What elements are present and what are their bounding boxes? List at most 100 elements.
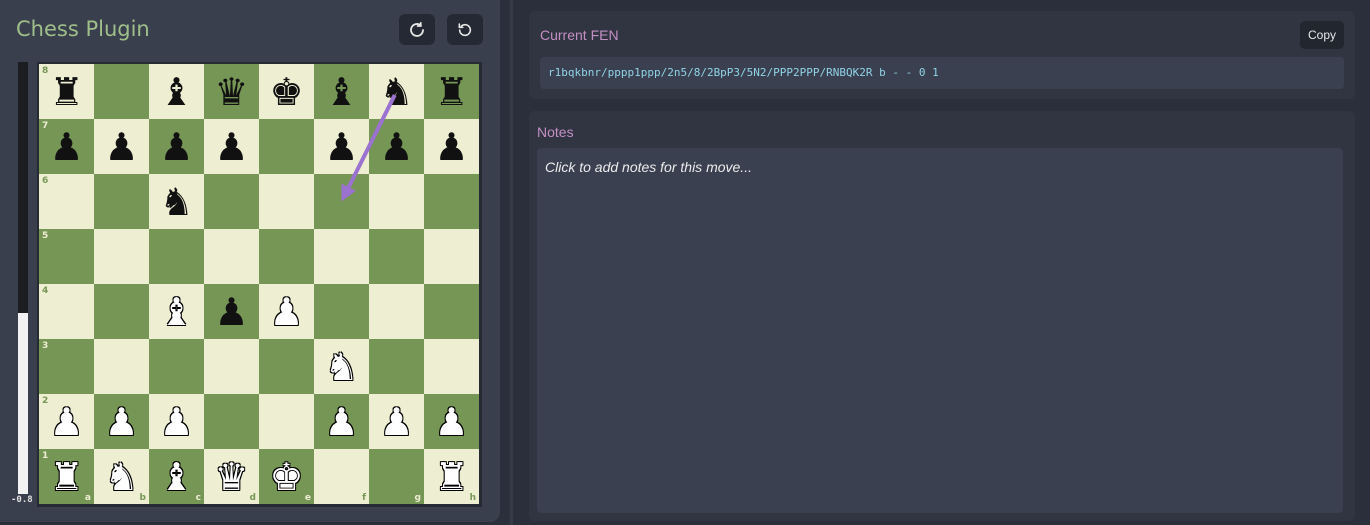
square-h4[interactable] [424, 284, 479, 339]
black-pawn-icon[interactable]: ♟ [94, 119, 149, 174]
white-pawn-icon[interactable]: ♟ [94, 394, 149, 449]
panel-divider[interactable] [510, 0, 513, 525]
square-e6[interactable] [259, 174, 314, 229]
chess-board[interactable]: 8 ♜ ♝ ♛ ♚ ♝ ♞ ♜ 7 ♟ ♟ ♟ ♟ ♟ ♟ ♟ 6 ♞ 5 4 ♝ ♟ ♟ 3 ♞ 2 ♟ ♟ ♟ ♟ ♟ ♟ 1 a ♜ b ♞ c ♝ d… [37, 62, 482, 507]
square-f8[interactable]: ♝ [314, 64, 369, 119]
square-a7[interactable]: 7 ♟ [39, 119, 94, 174]
square-g7[interactable]: ♟ [369, 119, 424, 174]
black-knight-icon[interactable]: ♞ [369, 64, 424, 119]
square-d4[interactable]: ♟ [204, 284, 259, 339]
square-g6[interactable] [369, 174, 424, 229]
black-bishop-icon[interactable]: ♝ [149, 64, 204, 119]
white-bishop-icon[interactable]: ♝ [149, 284, 204, 339]
black-pawn-icon[interactable]: ♟ [369, 119, 424, 174]
square-g3[interactable] [369, 339, 424, 394]
square-c7[interactable]: ♟ [149, 119, 204, 174]
square-c8[interactable]: ♝ [149, 64, 204, 119]
square-g8[interactable]: ♞ [369, 64, 424, 119]
square-a6[interactable]: 6 [39, 174, 94, 229]
square-f1[interactable]: f [314, 449, 369, 504]
square-d1[interactable]: d ♛ [204, 449, 259, 504]
copy-fen-button[interactable]: Copy [1300, 21, 1344, 49]
square-e7[interactable] [259, 119, 314, 174]
white-pawn-icon[interactable]: ♟ [149, 394, 204, 449]
square-e2[interactable] [259, 394, 314, 449]
square-f7[interactable]: ♟ [314, 119, 369, 174]
square-b5[interactable] [94, 229, 149, 284]
white-pawn-icon[interactable]: ♟ [314, 394, 369, 449]
square-c2[interactable]: ♟ [149, 394, 204, 449]
notes-editor[interactable]: Click to add notes for this move... [537, 148, 1343, 513]
square-h3[interactable] [424, 339, 479, 394]
square-d3[interactable] [204, 339, 259, 394]
square-f5[interactable] [314, 229, 369, 284]
square-e1[interactable]: e ♚ [259, 449, 314, 504]
square-h1[interactable]: h ♜ [424, 449, 479, 504]
square-b6[interactable] [94, 174, 149, 229]
square-b1[interactable]: b ♞ [94, 449, 149, 504]
white-bishop-icon[interactable]: ♝ [149, 449, 204, 504]
square-e8[interactable]: ♚ [259, 64, 314, 119]
square-c6[interactable]: ♞ [149, 174, 204, 229]
black-pawn-icon[interactable]: ♟ [314, 119, 369, 174]
black-pawn-icon[interactable]: ♟ [424, 119, 479, 174]
white-knight-icon[interactable]: ♞ [314, 339, 369, 394]
square-g2[interactable]: ♟ [369, 394, 424, 449]
black-pawn-icon[interactable]: ♟ [149, 119, 204, 174]
square-h5[interactable] [424, 229, 479, 284]
square-d5[interactable] [204, 229, 259, 284]
square-b4[interactable] [94, 284, 149, 339]
square-c5[interactable] [149, 229, 204, 284]
fen-string[interactable]: r1bqkbnr/pppp1ppp/2n5/8/2BpP3/5N2/PPP2PP… [548, 66, 939, 79]
square-c4[interactable]: ♝ [149, 284, 204, 339]
black-rook-icon[interactable]: ♜ [424, 64, 479, 119]
square-a3[interactable]: 3 [39, 339, 94, 394]
square-a1[interactable]: 1 a ♜ [39, 449, 94, 504]
white-pawn-icon[interactable]: ♟ [369, 394, 424, 449]
square-e5[interactable] [259, 229, 314, 284]
black-queen-icon[interactable]: ♛ [204, 64, 259, 119]
black-rook-icon[interactable]: ♜ [39, 64, 94, 119]
black-pawn-icon[interactable]: ♟ [39, 119, 94, 174]
square-e3[interactable] [259, 339, 314, 394]
white-pawn-icon[interactable]: ♟ [424, 394, 479, 449]
flip-board-button[interactable] [399, 14, 435, 45]
square-h6[interactable] [424, 174, 479, 229]
white-queen-icon[interactable]: ♛ [204, 449, 259, 504]
black-bishop-icon[interactable]: ♝ [314, 64, 369, 119]
white-knight-icon[interactable]: ♞ [94, 449, 149, 504]
white-king-icon[interactable]: ♚ [259, 449, 314, 504]
square-b7[interactable]: ♟ [94, 119, 149, 174]
square-b3[interactable] [94, 339, 149, 394]
square-g4[interactable] [369, 284, 424, 339]
black-knight-icon[interactable]: ♞ [149, 174, 204, 229]
square-d2[interactable] [204, 394, 259, 449]
square-a8[interactable]: 8 ♜ [39, 64, 94, 119]
black-pawn-icon[interactable]: ♟ [204, 284, 259, 339]
white-rook-icon[interactable]: ♜ [424, 449, 479, 504]
square-c3[interactable] [149, 339, 204, 394]
square-h2[interactable]: ♟ [424, 394, 479, 449]
black-king-icon[interactable]: ♚ [259, 64, 314, 119]
square-d6[interactable] [204, 174, 259, 229]
square-a4[interactable]: 4 [39, 284, 94, 339]
white-rook-icon[interactable]: ♜ [39, 449, 94, 504]
square-b8[interactable] [94, 64, 149, 119]
square-e4[interactable]: ♟ [259, 284, 314, 339]
black-pawn-icon[interactable]: ♟ [204, 119, 259, 174]
square-c1[interactable]: c ♝ [149, 449, 204, 504]
square-f3[interactable]: ♞ [314, 339, 369, 394]
square-d7[interactable]: ♟ [204, 119, 259, 174]
square-b2[interactable]: ♟ [94, 394, 149, 449]
square-h7[interactable]: ♟ [424, 119, 479, 174]
white-pawn-icon[interactable]: ♟ [259, 284, 314, 339]
square-f6[interactable] [314, 174, 369, 229]
square-a2[interactable]: 2 ♟ [39, 394, 94, 449]
square-a5[interactable]: 5 [39, 229, 94, 284]
reset-button[interactable] [447, 14, 483, 45]
square-g5[interactable] [369, 229, 424, 284]
square-h8[interactable]: ♜ [424, 64, 479, 119]
square-g1[interactable]: g [369, 449, 424, 504]
square-d8[interactable]: ♛ [204, 64, 259, 119]
square-f4[interactable] [314, 284, 369, 339]
